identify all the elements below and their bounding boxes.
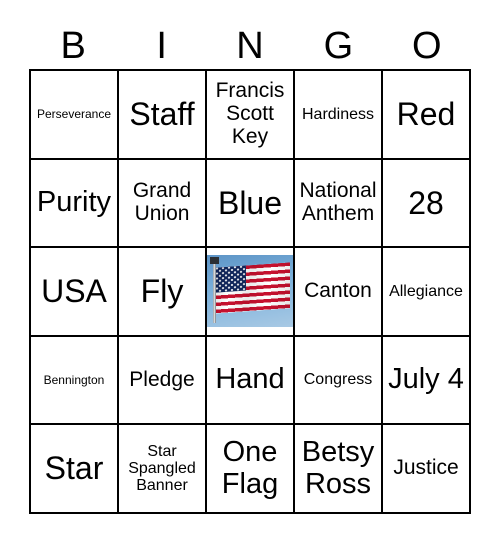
bingo-cell-label: Red <box>396 96 456 133</box>
bingo-cell-label: Justice <box>393 456 459 480</box>
bingo-cell[interactable]: USA <box>31 248 119 337</box>
header-letter-o: O <box>412 24 442 67</box>
bingo-cell-label: Bennington <box>43 372 105 387</box>
bingo-cell[interactable]: Justice <box>383 425 471 514</box>
header-letter-g: G <box>323 24 354 67</box>
bingo-cell[interactable]: Star Spangled Banner <box>119 425 207 514</box>
bingo-card: B I N G O Perseverance Staff Francis Sco… <box>29 22 471 514</box>
bingo-cell-label: National Anthem <box>299 179 377 225</box>
bingo-cell-label: Star <box>44 450 104 487</box>
flag-graphic <box>216 262 290 315</box>
bingo-cell-label: Hand <box>215 363 285 396</box>
bingo-cell[interactable]: Fly <box>119 248 207 337</box>
bingo-cell[interactable]: Blue <box>207 159 295 249</box>
bingo-cell-label: Canton <box>304 279 372 303</box>
bingo-free-space-cell[interactable] <box>207 248 295 337</box>
bingo-cell[interactable]: Hardiness <box>295 71 383 160</box>
bingo-cell-label: Star Spangled Banner <box>128 442 196 495</box>
bingo-cell[interactable]: July 4 <box>383 336 471 426</box>
bingo-cell[interactable]: National Anthem <box>295 159 383 249</box>
bingo-cell[interactable]: Canton <box>295 248 383 337</box>
bingo-row: Perseverance Staff Francis Scott Key Har… <box>31 71 471 160</box>
american-flag-photo <box>207 255 293 328</box>
header-letter-b: B <box>60 24 86 67</box>
bingo-cell[interactable]: Hand <box>207 336 295 426</box>
bingo-header-row: B I N G O <box>29 22 471 69</box>
bingo-cell-label: USA <box>41 273 107 310</box>
bingo-cell-label: July 4 <box>388 363 464 396</box>
bingo-cell[interactable]: Pledge <box>119 336 207 426</box>
bingo-row: Bennington Pledge Hand Congress July 4 <box>31 336 471 426</box>
bingo-cell[interactable]: Allegiance <box>383 248 471 337</box>
flag-wave-shading <box>216 262 290 315</box>
bingo-cell-label: Pledge <box>129 367 195 391</box>
bingo-cell-label: Hardiness <box>301 105 375 123</box>
bingo-cell-label: Purity <box>36 186 112 219</box>
bingo-cell-label: Staff <box>129 96 195 133</box>
bingo-cell[interactable]: Purity <box>31 159 119 249</box>
header-letter-i: I <box>156 24 167 67</box>
bingo-cell[interactable]: Francis Scott Key <box>207 71 295 160</box>
bingo-cell[interactable]: Red <box>383 71 471 160</box>
bingo-cell-label: One Flag <box>221 436 279 500</box>
bingo-row: Purity Grand Union Blue National Anthem … <box>31 159 471 249</box>
bingo-cell-label: Betsy Ross <box>301 436 375 500</box>
bingo-cell[interactable]: Star <box>31 425 119 514</box>
bingo-cell-label: Fly <box>140 273 184 310</box>
bingo-cell-label: Congress <box>303 371 373 389</box>
bingo-cell-label: Allegiance <box>389 282 463 300</box>
bingo-cell-label: 28 <box>408 184 444 221</box>
bingo-cell-label: Perseverance <box>36 106 112 121</box>
bingo-cell[interactable]: Bennington <box>31 336 119 426</box>
bingo-cell-label: Grand Union <box>132 179 192 225</box>
bingo-row: USA Fly Canton Allegiance <box>31 248 471 337</box>
bingo-cell[interactable]: Betsy Ross <box>295 425 383 514</box>
bingo-cell[interactable]: One Flag <box>207 425 295 514</box>
bingo-cell-label: Francis Scott Key <box>215 79 285 148</box>
bingo-cell[interactable]: Perseverance <box>31 71 119 160</box>
bingo-cell[interactable]: Staff <box>119 71 207 160</box>
bingo-cell-label: Blue <box>217 184 283 221</box>
header-letter-n: N <box>236 24 264 67</box>
bingo-grid: Perseverance Staff Francis Scott Key Har… <box>29 69 471 514</box>
bingo-cell[interactable]: 28 <box>383 159 471 249</box>
bingo-row: Star Star Spangled Banner One Flag Betsy… <box>31 425 471 514</box>
bingo-cell[interactable]: Congress <box>295 336 383 426</box>
bingo-cell[interactable]: Grand Union <box>119 159 207 249</box>
flagpole-finial <box>210 257 219 265</box>
